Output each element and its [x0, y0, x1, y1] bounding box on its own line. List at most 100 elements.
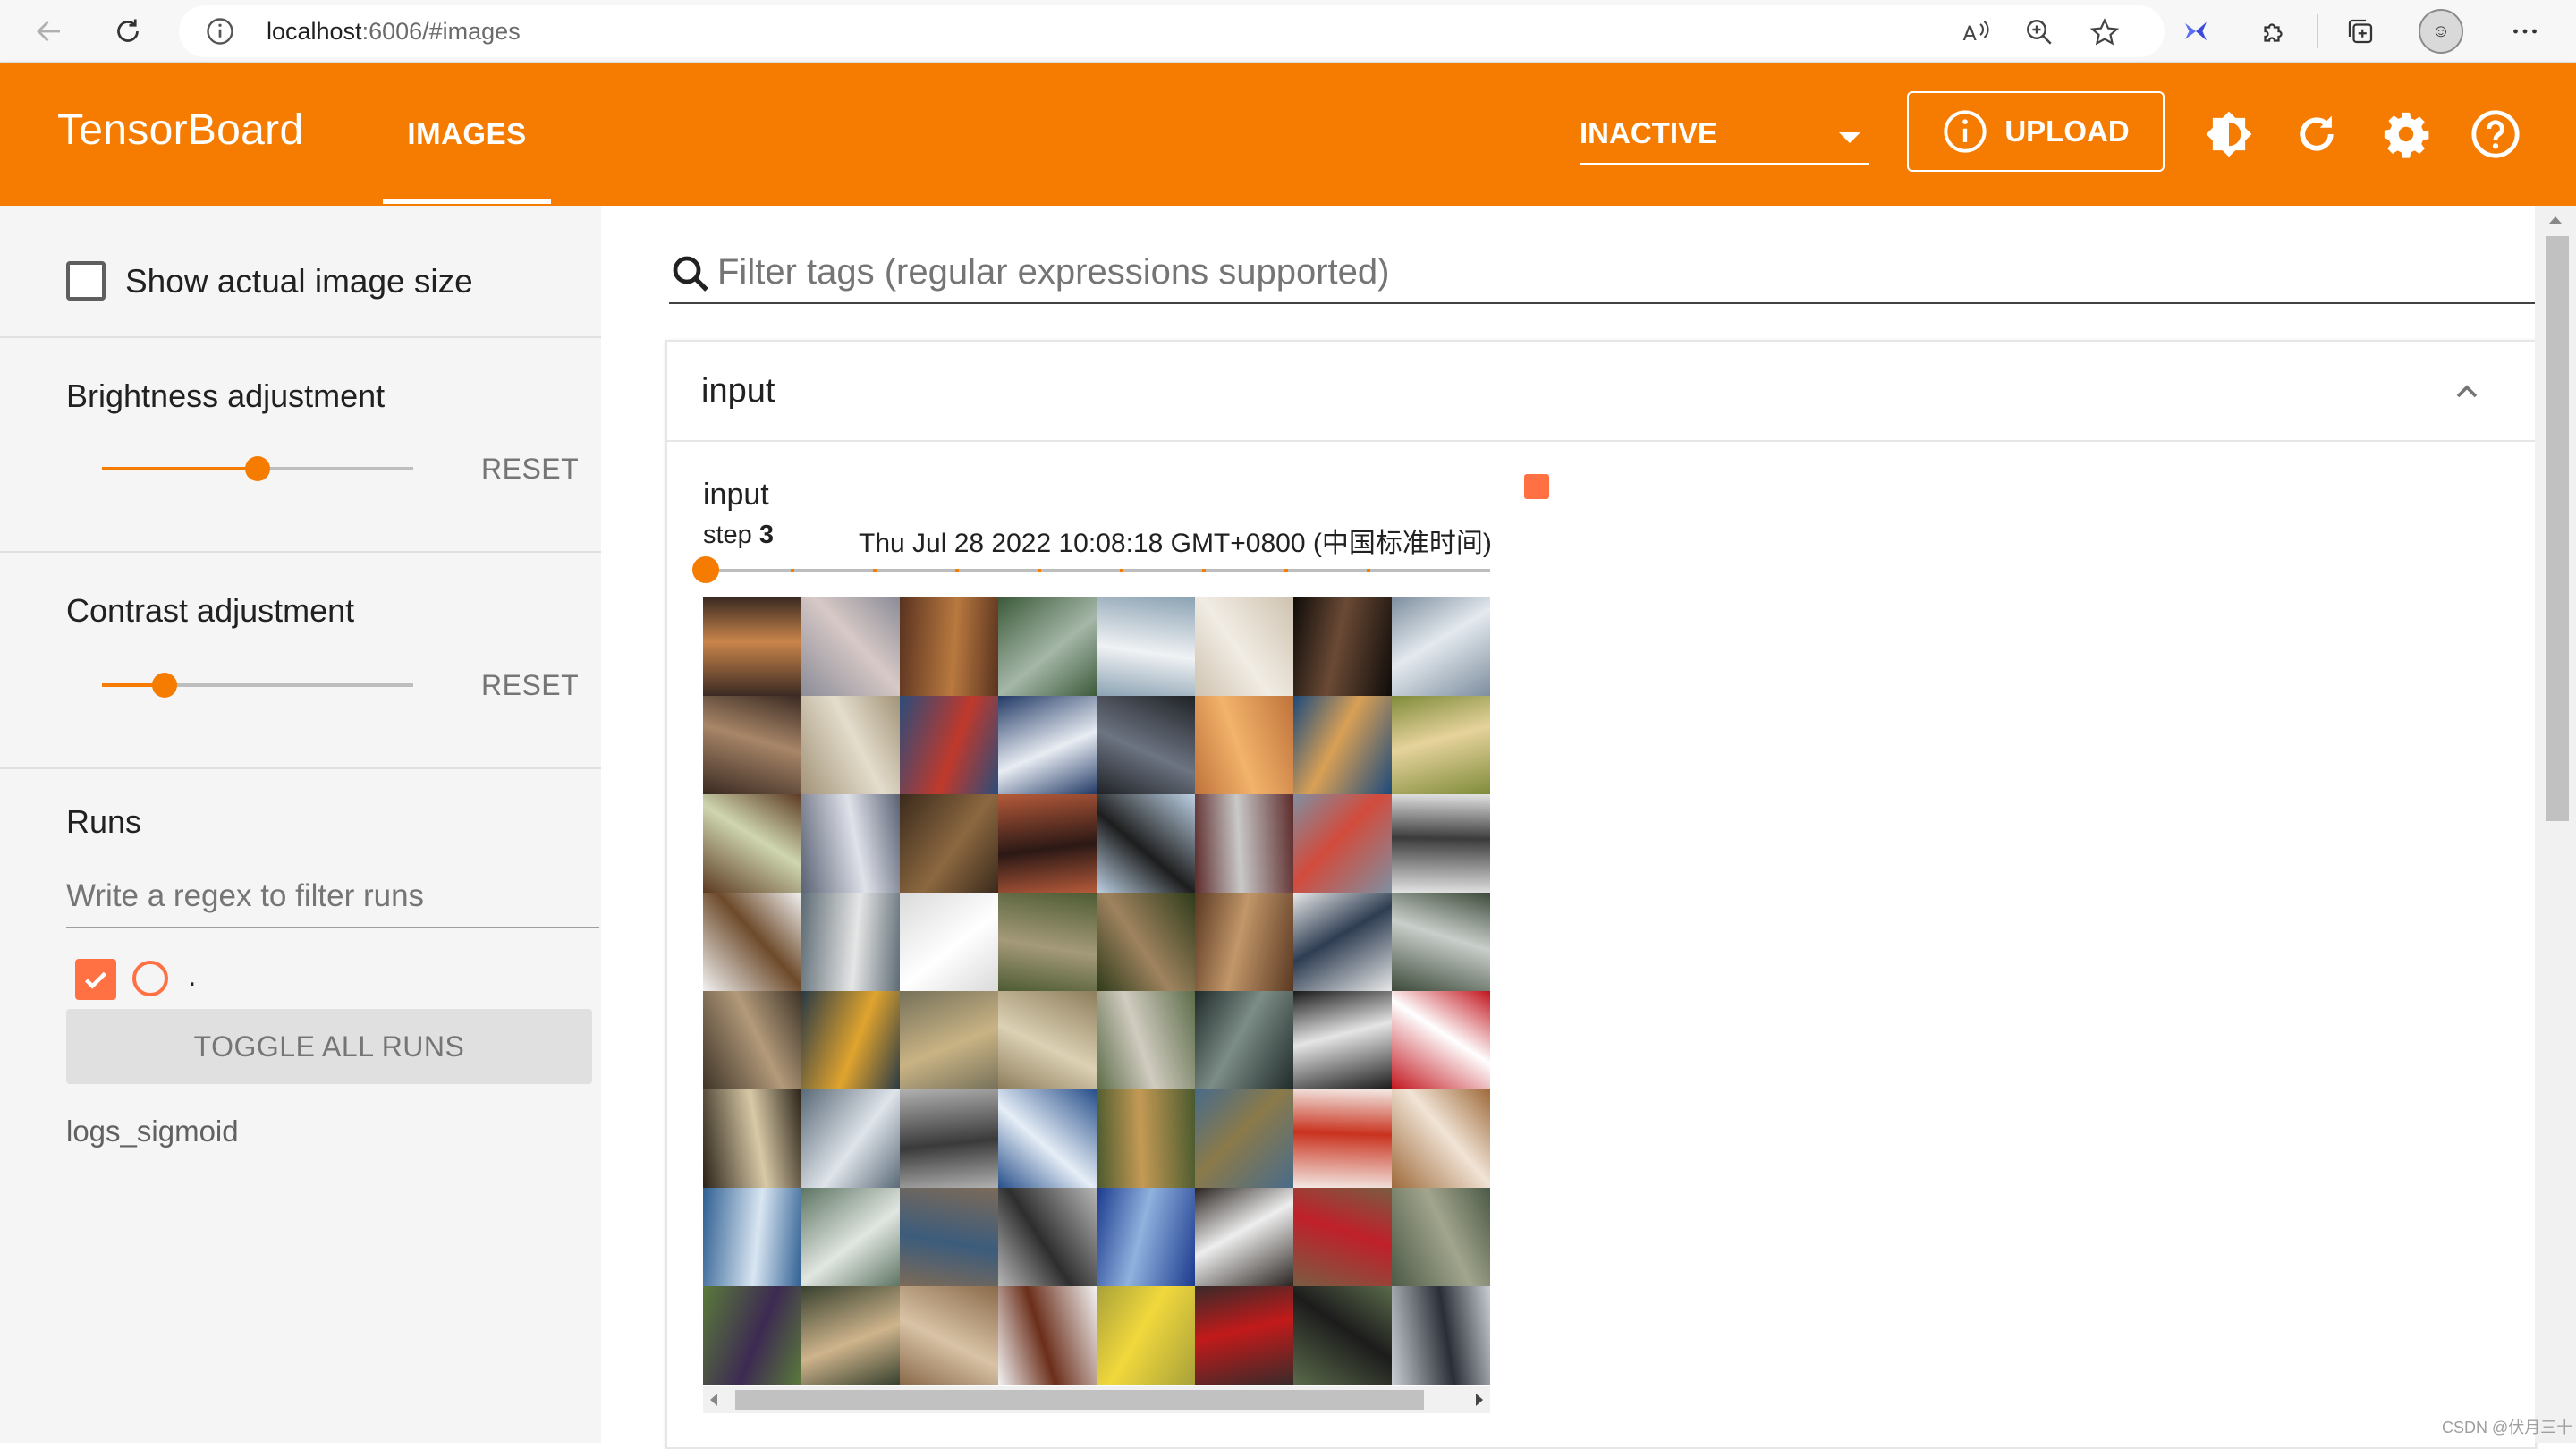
more-menu-button[interactable] [2501, 7, 2549, 55]
address-bar[interactable]: localhost:6006/#images A [179, 5, 2165, 57]
image-sample-tile [900, 597, 998, 696]
card-header[interactable]: input [667, 342, 2535, 442]
runs-filter-input[interactable]: Write a regex to filter runs [66, 868, 599, 928]
image-sample-tile [703, 1286, 801, 1385]
main-content: Filter tags (regular expressions support… [601, 206, 2576, 1449]
checkmark-icon [84, 971, 107, 989]
favorite-star-icon[interactable] [2088, 16, 2122, 50]
more-horizontal-icon [2513, 29, 2537, 34]
image-sample-tile [1293, 1188, 1392, 1286]
step-tick [1038, 569, 1041, 572]
image-sample-tile [1097, 597, 1195, 696]
image-sample-tile [1392, 1188, 1490, 1286]
scroll-left-arrow-icon[interactable] [710, 1394, 717, 1406]
image-sample-tile [1392, 991, 1490, 1089]
image-sample-tile [900, 1089, 998, 1188]
image-sample-tile [703, 893, 801, 991]
image-sample-tile [1392, 1089, 1490, 1188]
image-sample-tile [801, 794, 900, 893]
image-sample-tile [801, 1188, 900, 1286]
search-icon [673, 256, 708, 292]
image-sample-tile [900, 893, 998, 991]
log-directory: logs_sigmoid [66, 1114, 239, 1148]
profile-avatar-icon[interactable]: ☺ [2419, 9, 2463, 54]
image-sample-tile [1097, 1089, 1195, 1188]
help-button[interactable] [2467, 106, 2524, 163]
image-sample-tile [1097, 794, 1195, 893]
image-sample-tile [801, 991, 900, 1089]
image-sample-tile [1097, 1188, 1195, 1286]
image-sample-tile [900, 696, 998, 794]
image-sample-tile [1293, 696, 1392, 794]
contrast-label: Contrast adjustment [66, 592, 355, 629]
image-sample-tile [998, 893, 1097, 991]
image-sample-tile [1097, 893, 1195, 991]
settings-button[interactable] [2377, 106, 2435, 163]
tag-filter-placeholder: Filter tags (regular expressions support… [717, 252, 1390, 292]
brightness-slider-fill [102, 467, 258, 470]
tab-images[interactable]: IMAGES [383, 63, 551, 206]
image-sample-tile [1195, 1286, 1293, 1385]
watermark: CSDN @伏月三十 [2442, 1419, 2573, 1436]
image-sample-tile [801, 1286, 900, 1385]
page-scrollbar-thumb[interactable] [2546, 236, 2569, 821]
image-sample-tile [1293, 991, 1392, 1089]
scrollbar-thumb[interactable] [735, 1390, 1424, 1410]
back-button[interactable] [25, 7, 73, 55]
run-radio-button[interactable] [132, 961, 168, 996]
extensions-button[interactable] [2250, 7, 2299, 55]
image-sample-tile [703, 794, 801, 893]
run-color-swatch [1524, 474, 1549, 499]
image-sample-tile [1392, 597, 1490, 696]
image-sample-tile [998, 1286, 1097, 1385]
extension-button[interactable] [2172, 7, 2220, 55]
tag-filter-input[interactable]: Filter tags (regular expressions support… [669, 242, 2535, 304]
zoom-icon[interactable] [2023, 16, 2055, 48]
run-checkbox[interactable] [75, 959, 116, 1000]
runs-title: Runs [66, 803, 142, 840]
step-slider-track[interactable] [708, 569, 1490, 572]
reload-button[interactable] [2288, 106, 2345, 163]
site-info-icon[interactable] [204, 15, 236, 47]
settings-icon [2384, 112, 2429, 158]
step-slider-thumb[interactable] [692, 556, 719, 583]
url-host: localhost [267, 18, 362, 45]
reload-status-dropdown[interactable]: INACTIVE [1580, 107, 1869, 165]
step-tick [1120, 569, 1123, 572]
toolbar-divider [2317, 14, 2318, 48]
toggle-all-runs-button[interactable]: TOGGLE ALL RUNS [66, 1009, 592, 1084]
active-tab-indicator [383, 199, 551, 204]
browser-toolbar: localhost:6006/#images A ☺ [0, 0, 2576, 63]
image-sample-tile [801, 1089, 900, 1188]
image-sample-tile [801, 893, 900, 991]
contrast-slider-thumb[interactable] [152, 673, 177, 698]
image-sample-tile [998, 597, 1097, 696]
scroll-right-arrow-icon[interactable] [1476, 1394, 1483, 1406]
brightness-reset-button[interactable]: RESET [481, 453, 579, 486]
scroll-up-arrow-icon[interactable] [2549, 216, 2562, 224]
image-sample-tile [1195, 893, 1293, 991]
extension-bird-icon [2185, 21, 2207, 41]
step-value: 3 [758, 521, 775, 549]
collections-button[interactable] [2336, 7, 2385, 55]
page-vertical-scrollbar[interactable] [2535, 206, 2576, 1443]
horizontal-scrollbar[interactable] [703, 1386, 1490, 1413]
upload-button[interactable]: UPLOAD [1907, 91, 2165, 172]
upload-label: UPLOAD [2004, 114, 2130, 148]
refresh-button[interactable] [104, 7, 152, 55]
show-actual-size-checkbox[interactable] [66, 261, 106, 301]
tag-card: input input step 3 Thu Jul 28 2022 10:08… [665, 340, 2537, 1449]
theme-toggle-button[interactable] [2200, 106, 2258, 163]
brightness-slider-thumb[interactable] [245, 456, 270, 481]
svg-text:A: A [1963, 22, 1978, 46]
read-aloud-icon[interactable]: A [1959, 16, 1991, 48]
help-icon [2471, 110, 2520, 158]
run-name: . [188, 959, 197, 993]
image-sample-tile [1097, 696, 1195, 794]
chevron-up-icon[interactable] [2449, 374, 2485, 410]
image-sample-grid [703, 597, 1490, 1385]
image-tag-label: input [703, 478, 769, 512]
card-title: input [701, 372, 775, 410]
app-brand: TensorBoard [57, 106, 304, 154]
contrast-reset-button[interactable]: RESET [481, 669, 579, 702]
